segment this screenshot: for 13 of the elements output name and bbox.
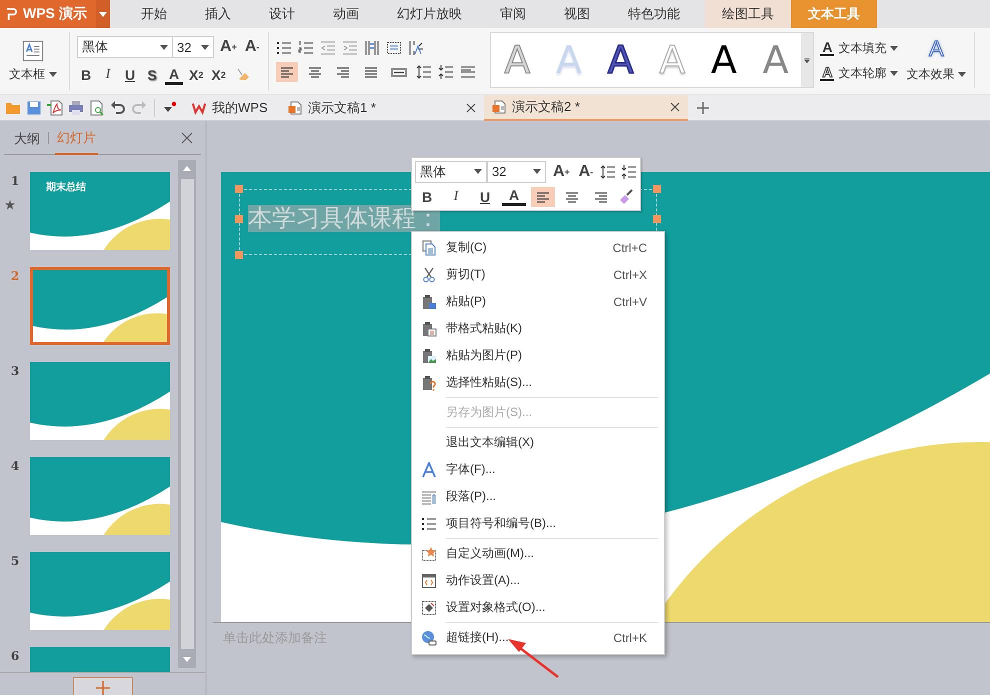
- shortcut-label: Ctrl+V: [613, 294, 647, 308]
- shortcut-label: Ctrl+C: [612, 240, 647, 254]
- thumbnail-title: 期末总结: [46, 180, 86, 194]
- slide-title: 本学习具体课程：: [248, 205, 440, 232]
- shortcut-label: Ctrl+K: [613, 630, 647, 644]
- slide-number: 4: [10, 459, 20, 473]
- slide-number: 2: [10, 269, 20, 283]
- slide-number: 1: [10, 174, 20, 188]
- slide-number: 3: [10, 364, 20, 378]
- slide-number: 5: [10, 554, 20, 568]
- shortcut-label: Ctrl+X: [613, 268, 647, 282]
- slide-number: 6: [10, 649, 20, 663]
- app-name: WPS 演示: [23, 5, 87, 23]
